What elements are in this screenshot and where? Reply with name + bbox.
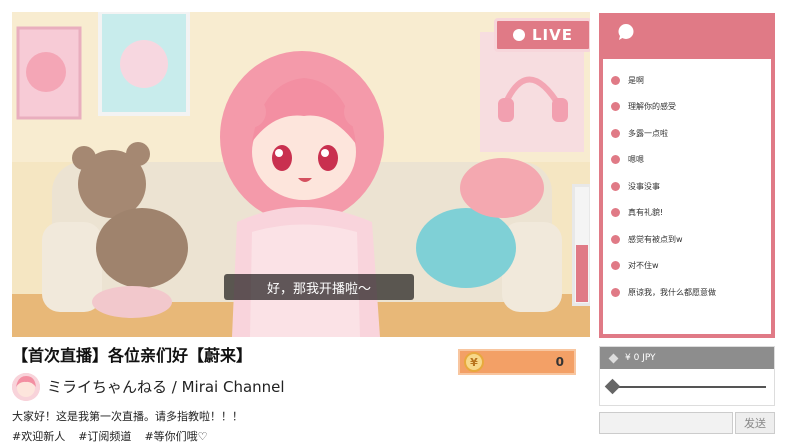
user-dot-icon <box>611 208 620 218</box>
user-dot-icon <box>611 102 620 112</box>
chat-message: 感觉有被点到w <box>611 226 771 253</box>
volume-meter[interactable] <box>572 184 590 306</box>
chat-panel: 是啊 理解你的感受 多露一点啦 嗯嗯 没事没事 真有礼貌! 感觉有被点到w 对不… <box>599 13 775 338</box>
volume-meter-fill <box>576 245 588 302</box>
live-badge: LIVE <box>494 18 590 52</box>
chat-header <box>599 13 775 55</box>
chat-message: 多露一点啦 <box>611 120 771 147</box>
chat-input[interactable] <box>599 412 733 434</box>
chat-message: 真有礼貌! <box>611 200 771 227</box>
user-dot-icon <box>611 234 620 244</box>
live-label: LIVE <box>532 26 573 44</box>
live-dot-icon <box>513 29 525 41</box>
user-dot-icon <box>611 181 620 191</box>
donation-slider-handle[interactable] <box>604 378 621 395</box>
chat-message: 理解你的感受 <box>611 94 771 121</box>
stream-subtitle: 好，那我开播啦～ <box>224 274 414 300</box>
chat-message-text: 对不住w <box>628 261 659 271</box>
chat-message-text: 感觉有被点到w <box>628 234 683 244</box>
donation-panel: ¥ 0 JPY <box>599 346 775 406</box>
chat-message: 嗯嗯 <box>611 147 771 174</box>
chat-message-list[interactable]: 是啊 理解你的感受 多露一点啦 嗯嗯 没事没事 真有礼貌! 感觉有被点到w 对不… <box>603 59 771 334</box>
chat-message: 原谅我，我什么都愿意做 <box>611 279 771 306</box>
donation-amount: ¥ 0 JPY <box>625 353 656 363</box>
chat-message-text: 嗯嗯 <box>628 155 644 165</box>
user-dot-icon <box>611 261 620 271</box>
donation-slider-track[interactable] <box>610 386 766 388</box>
user-dot-icon <box>611 75 620 85</box>
tag-item[interactable]: #等你们哦♡ <box>144 428 207 444</box>
coin-counter: ¥ 0 <box>458 349 576 375</box>
yen-coin-icon: ¥ <box>464 352 484 372</box>
tag-list: #欢迎新人 #订阅频道 #等你们哦♡ <box>12 428 208 444</box>
user-dot-icon <box>611 128 620 138</box>
send-button[interactable]: 发送 <box>735 412 775 434</box>
avatar-image <box>12 373 40 401</box>
chat-message-text: 真有礼貌! <box>628 208 664 218</box>
channel-avatar[interactable] <box>12 373 40 401</box>
tag-item[interactable]: #订阅频道 <box>78 428 131 444</box>
user-dot-icon <box>611 155 620 165</box>
donation-header: ¥ 0 JPY <box>600 347 774 369</box>
chat-message: 是啊 <box>611 67 771 94</box>
chat-message-text: 是啊 <box>628 75 644 85</box>
chat-message-text: 多露一点啦 <box>628 128 668 138</box>
chat-message: 没事没事 <box>611 173 771 200</box>
tag-item[interactable]: #欢迎新人 <box>12 428 65 444</box>
stream-video[interactable]: LIVE 好，那我开播啦～ <box>12 12 590 337</box>
channel-name[interactable]: ミライちゃんねる / Mirai Channel <box>47 376 285 397</box>
user-dot-icon <box>611 287 620 297</box>
chat-message-text: 理解你的感受 <box>628 102 676 112</box>
chat-message: 对不住w <box>611 253 771 280</box>
coin-count: 0 <box>555 355 564 369</box>
stream-title: 【首次直播】各位亲们好【蔚来】 <box>12 346 253 365</box>
chat-message-text: 原谅我，我什么都愿意做 <box>628 287 716 297</box>
speech-bubble-icon <box>618 24 634 40</box>
diamond-icon <box>608 353 619 363</box>
chat-message-text: 没事没事 <box>628 181 660 191</box>
stream-description: 大家好！这是我第一次直播。请多指教啦！！！ <box>12 410 243 423</box>
